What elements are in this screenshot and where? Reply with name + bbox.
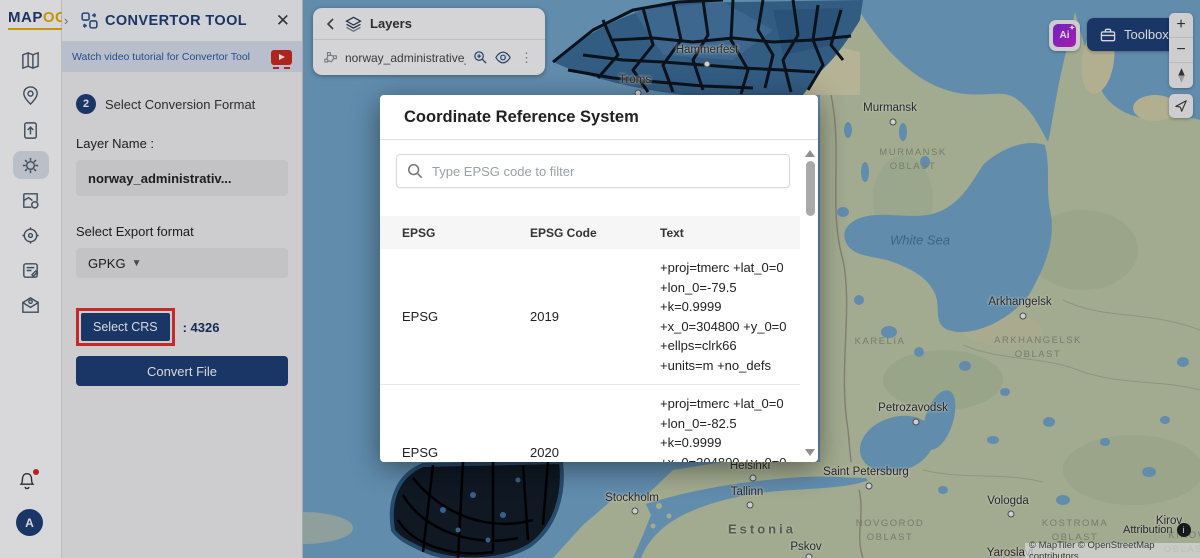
cell-proj-text: +proj=tmerc +lat_0=0 +lon_0=-82.5 +k=0.9… (660, 394, 800, 462)
scroll-down-icon[interactable] (805, 449, 815, 456)
epsg-search-input[interactable] (432, 164, 779, 179)
col-header-epsg-code: EPSG Code (530, 226, 660, 240)
table-row[interactable]: EPSG 2019 +proj=tmerc +lat_0=0 +lon_0=-7… (380, 249, 800, 385)
search-icon (407, 163, 423, 179)
cell-proj-text: +proj=tmerc +lat_0=0 +lon_0=-79.5 +k=0.9… (660, 258, 800, 375)
col-header-text: Text (660, 226, 800, 240)
epsg-search-box (396, 154, 790, 188)
modal-scrollbar[interactable] (804, 148, 816, 458)
cell-epsg-code: 2019 (530, 309, 660, 324)
table-row[interactable]: EPSG 2020 +proj=tmerc +lat_0=0 +lon_0=-8… (380, 385, 800, 462)
col-header-epsg: EPSG (402, 226, 530, 240)
crs-modal: Coordinate Reference System EPSG EPSG Co… (380, 95, 818, 462)
scroll-thumb[interactable] (806, 161, 815, 216)
cell-epsg: EPSG (402, 309, 530, 324)
cell-epsg: EPSG (402, 445, 530, 460)
scroll-up-icon[interactable] (805, 150, 815, 157)
cell-epsg-code: 2020 (530, 445, 660, 460)
modal-title: Coordinate Reference System (380, 95, 818, 140)
crs-table: EPSG EPSG Code Text EPSG 2019 +proj=tmer… (380, 216, 800, 462)
